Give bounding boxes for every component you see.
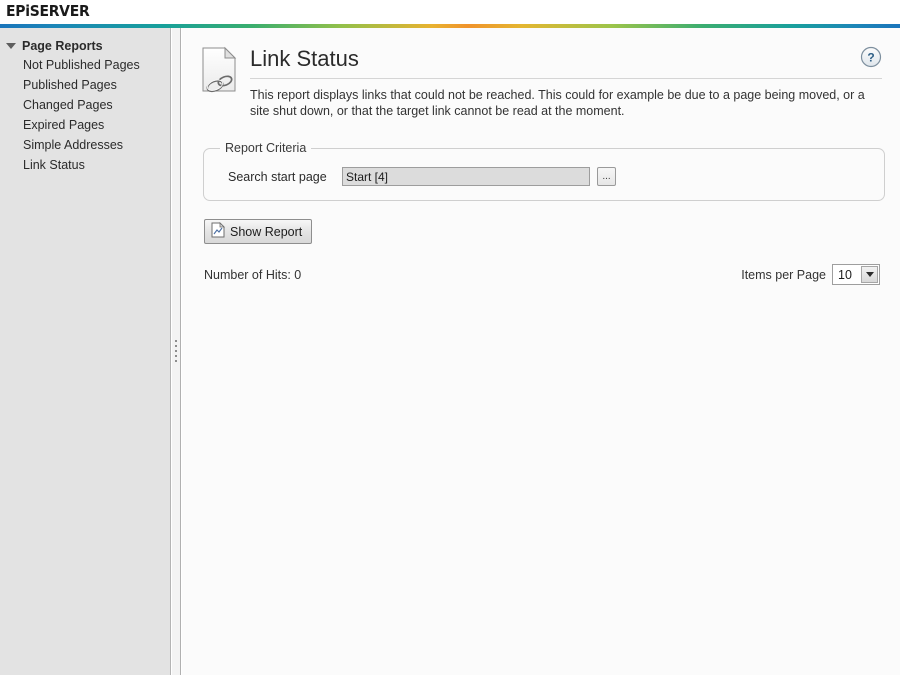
page-description: This report displays links that could no… [250,88,865,118]
sidebar-item-changed-pages[interactable]: Changed Pages [0,95,170,115]
search-start-page-label: Search start page [228,169,327,184]
document-link-icon [200,46,242,96]
page-title: Link Status [250,46,359,71]
sidebar-item-label: Not Published Pages [23,58,140,72]
status-row: Number of Hits: 0 Items per Page 10 [204,264,880,285]
report-document-icon [211,222,225,241]
sidebar-item-published-pages[interactable]: Published Pages [0,75,170,95]
number-of-hits: Number of Hits: 0 [204,267,302,282]
top-bar: EPiSERVER [0,0,900,24]
items-per-page-value: 10 [838,267,852,282]
triangle-down-icon [6,43,16,49]
items-per-page-group: Items per Page 10 [741,264,880,285]
title-column: Link Status This report displays links t… [242,42,882,119]
sidebar-item-link-status[interactable]: Link Status [0,155,170,175]
search-start-page-input[interactable] [342,167,590,186]
help-question-icon[interactable]: ? [860,46,882,68]
sidebar-item-expired-pages[interactable]: Expired Pages [0,115,170,135]
items-per-page-select[interactable]: 10 [832,264,880,285]
sidebar-item-label: Published Pages [23,78,117,92]
main-content: Link Status This report displays links t… [182,28,900,675]
splitter-grip-icon [175,340,178,368]
sidebar-item-label: Changed Pages [23,98,113,112]
title-divider [250,78,882,79]
chevron-down-icon[interactable] [861,266,878,283]
report-criteria-fieldset: Report Criteria Search start page ... [203,141,885,201]
sidebar-item-not-published-pages[interactable]: Not Published Pages [0,55,170,75]
sidebar-splitter[interactable] [172,28,181,675]
sidebar-root-label: Page Reports [22,39,103,53]
show-report-button[interactable]: Show Report [204,219,313,244]
sidebar-item-label: Simple Addresses [23,138,124,152]
svg-text:?: ? [867,51,874,65]
episerver-logo: EPiSERVER [6,2,90,20]
items-per-page-label: Items per Page [741,267,826,282]
sidebar-item-label: Link Status [23,158,85,172]
sidebar-item-label: Expired Pages [23,118,105,132]
browse-page-button[interactable]: ... [597,167,616,186]
page-header: Link Status This report displays links t… [200,42,882,119]
sidebar-item-simple-addresses[interactable]: Simple Addresses [0,135,170,155]
sidebar: Page Reports Not Published Pages Publish… [0,28,171,675]
sidebar-root-page-reports[interactable]: Page Reports [0,37,170,55]
report-criteria-legend: Report Criteria [225,141,307,155]
search-start-page-row: Search start page ... [216,167,872,186]
show-report-label: Show Report [230,224,303,239]
